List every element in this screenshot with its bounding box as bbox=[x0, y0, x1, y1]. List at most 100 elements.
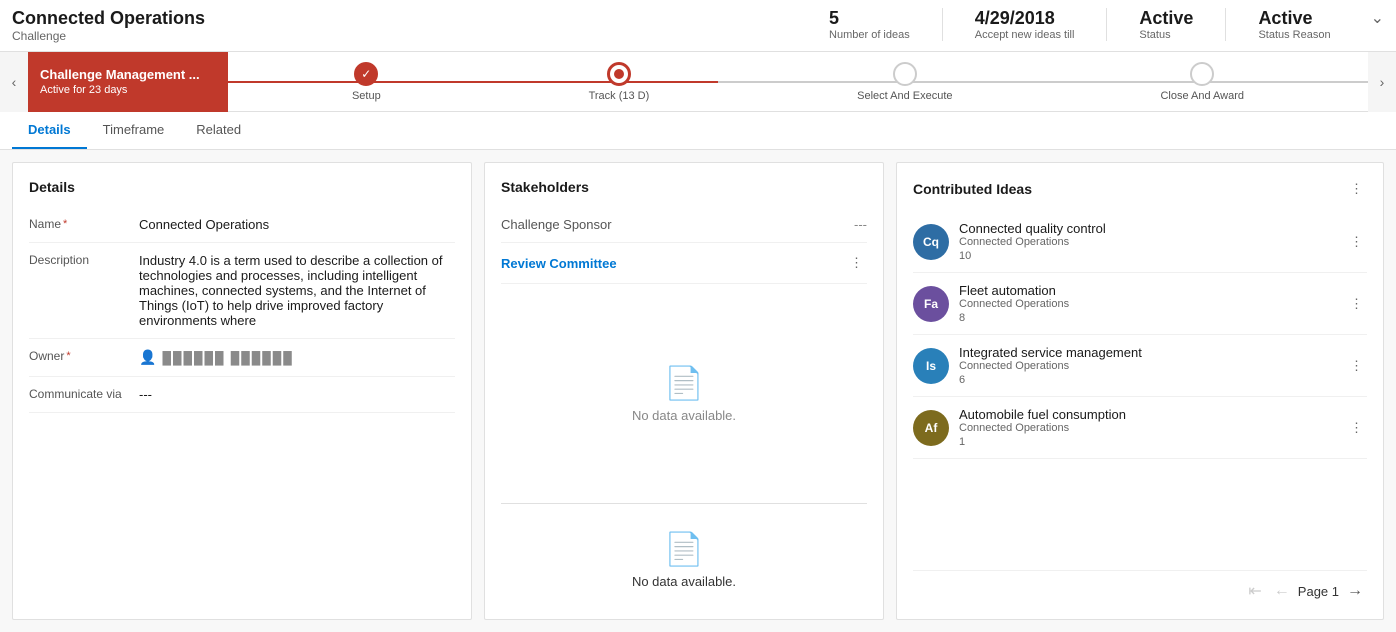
idea-sub-2: Connected Operations bbox=[959, 360, 1336, 372]
field-name-label: Name * bbox=[29, 217, 139, 231]
date-label: Accept new ideas till bbox=[975, 29, 1075, 41]
idea-menu-3[interactable]: ⋮ bbox=[1346, 418, 1367, 438]
review-committee-menu[interactable]: ⋮ bbox=[846, 253, 867, 273]
status-value: Active bbox=[1139, 8, 1193, 29]
tab-timeframe[interactable]: Timeframe bbox=[87, 112, 181, 149]
step-setup[interactable]: ✓ Setup bbox=[352, 62, 381, 102]
idea-sub-1: Connected Operations bbox=[959, 298, 1336, 310]
owner-blurred-text: ██████ ██████ bbox=[162, 351, 293, 365]
field-owner-value: 👤 ██████ ██████ bbox=[139, 349, 455, 366]
step-select[interactable]: Select And Execute bbox=[857, 62, 952, 102]
idea-avatar-3: Af bbox=[913, 410, 949, 446]
step-label-setup: Setup bbox=[352, 90, 381, 102]
idea-title-2: Integrated service management bbox=[959, 345, 1336, 360]
main-content: Details Name * Connected Operations Desc… bbox=[0, 150, 1396, 632]
ideas-menu[interactable]: ⋮ bbox=[1346, 179, 1367, 199]
ideas-card-title: Contributed Ideas bbox=[913, 181, 1346, 197]
required-asterisk-name: * bbox=[63, 218, 67, 230]
header-chevron[interactable]: ⌄ bbox=[1363, 8, 1384, 28]
page-header: Connected Operations Challenge 5 Number … bbox=[0, 0, 1396, 52]
idea-count-1: 8 bbox=[959, 312, 1336, 324]
idea-info-2: Integrated service management Connected … bbox=[959, 345, 1336, 386]
challenge-management-title: Challenge Management ... bbox=[40, 67, 216, 82]
idea-count-3: 1 bbox=[959, 436, 1336, 448]
review-committee-no-data: 📄 No data available. bbox=[501, 284, 867, 503]
field-owner-label: Owner * bbox=[29, 349, 139, 363]
ideas-pagination: ⇤ ← Page 1 → bbox=[913, 570, 1367, 603]
step-track[interactable]: Track (13 D) bbox=[589, 62, 650, 102]
idea-avatar-0: Cq bbox=[913, 224, 949, 260]
challenge-sponsor-value: --- bbox=[854, 217, 867, 232]
page-title: Connected Operations bbox=[12, 8, 829, 29]
status-reason-label: Status Reason bbox=[1258, 29, 1330, 41]
contributed-ideas-card: Contributed Ideas ⋮ Cq Connected quality… bbox=[896, 162, 1384, 620]
page-subtitle: Challenge bbox=[12, 29, 829, 43]
field-communicate-label: Communicate via bbox=[29, 387, 139, 401]
pagination-prev[interactable]: ← bbox=[1270, 580, 1294, 602]
field-description: Description Industry 4.0 is a term used … bbox=[29, 243, 455, 339]
field-communicate: Communicate via --- bbox=[29, 377, 455, 413]
owner-row: 👤 ██████ ██████ bbox=[139, 349, 455, 366]
no-data-icon-2: 📄 bbox=[664, 530, 704, 568]
idea-title-1: Fleet automation bbox=[959, 283, 1336, 298]
idea-avatar-2: Is bbox=[913, 348, 949, 384]
stakeholders-card: Stakeholders Challenge Sponsor --- Revie… bbox=[484, 162, 884, 620]
idea-info-0: Connected quality control Connected Oper… bbox=[959, 221, 1336, 262]
sponsor-no-data: 📄 No data available. bbox=[501, 503, 867, 603]
meta-status-reason: Active Status Reason bbox=[1258, 8, 1330, 41]
challenge-active-days: Active for 23 days bbox=[40, 84, 216, 96]
idea-avatar-1: Fa bbox=[913, 286, 949, 322]
idea-info-1: Fleet automation Connected Operations 8 bbox=[959, 283, 1336, 324]
meta-divider-2 bbox=[1106, 8, 1107, 41]
meta-divider-1 bbox=[942, 8, 943, 41]
idea-menu-2[interactable]: ⋮ bbox=[1346, 356, 1367, 376]
required-asterisk-owner: * bbox=[66, 350, 70, 362]
meta-status: Active Status bbox=[1139, 8, 1193, 41]
idea-menu-0[interactable]: ⋮ bbox=[1346, 232, 1367, 252]
field-description-label: Description bbox=[29, 253, 139, 267]
pagination-label: Page 1 bbox=[1298, 584, 1339, 599]
idea-title-3: Automobile fuel consumption bbox=[959, 407, 1336, 422]
tab-related[interactable]: Related bbox=[180, 112, 257, 149]
pagination-first[interactable]: ⇤ bbox=[1244, 579, 1265, 603]
idea-item-3: Af Automobile fuel consumption Connected… bbox=[913, 397, 1367, 459]
details-card-title: Details bbox=[29, 179, 455, 195]
idea-item-0: Cq Connected quality control Connected O… bbox=[913, 211, 1367, 273]
step-close[interactable]: Close And Award bbox=[1160, 62, 1244, 102]
idea-menu-1[interactable]: ⋮ bbox=[1346, 294, 1367, 314]
no-data-text-2: No data available. bbox=[632, 574, 736, 589]
stakeholders-card-title: Stakeholders bbox=[501, 179, 867, 195]
chevron-down-icon[interactable]: ⌄ bbox=[1371, 8, 1384, 28]
field-name: Name * Connected Operations bbox=[29, 207, 455, 243]
tab-bar: Details Timeframe Related bbox=[0, 112, 1396, 150]
field-name-value: Connected Operations bbox=[139, 217, 455, 232]
step-label-select: Select And Execute bbox=[857, 90, 952, 102]
process-sidebar: Challenge Management ... Active for 23 d… bbox=[28, 52, 228, 112]
review-committee-label: Review Committee bbox=[501, 256, 846, 271]
step-circle-track bbox=[607, 62, 631, 86]
status-reason-value: Active bbox=[1258, 8, 1330, 29]
process-nav-right[interactable]: › bbox=[1368, 52, 1396, 112]
idea-count-2: 6 bbox=[959, 374, 1336, 386]
step-label-close: Close And Award bbox=[1160, 90, 1244, 102]
pagination-next[interactable]: → bbox=[1343, 580, 1367, 602]
step-circle-setup: ✓ bbox=[354, 62, 378, 86]
details-card: Details Name * Connected Operations Desc… bbox=[12, 162, 472, 620]
tab-details[interactable]: Details bbox=[12, 112, 87, 149]
no-data-text-1: No data available. bbox=[632, 408, 736, 423]
process-nav-left[interactable]: ‹ bbox=[0, 52, 28, 112]
idea-count-0: 10 bbox=[959, 250, 1336, 262]
idea-sub-0: Connected Operations bbox=[959, 236, 1336, 248]
step-label-track: Track (13 D) bbox=[589, 90, 650, 102]
ideas-list: Cq Connected quality control Connected O… bbox=[913, 211, 1367, 570]
header-meta: 5 Number of ideas 4/29/2018 Accept new i… bbox=[829, 8, 1384, 41]
meta-date: 4/29/2018 Accept new ideas till bbox=[975, 8, 1075, 41]
challenge-sponsor-label: Challenge Sponsor bbox=[501, 217, 854, 232]
no-data-icon-1: 📄 bbox=[664, 364, 704, 402]
challenge-sponsor-row: Challenge Sponsor --- bbox=[501, 207, 867, 243]
field-description-value: Industry 4.0 is a term used to describe … bbox=[139, 253, 455, 328]
step-circle-select bbox=[893, 62, 917, 86]
status-label: Status bbox=[1139, 29, 1193, 41]
date-value: 4/29/2018 bbox=[975, 8, 1075, 29]
meta-ideas: 5 Number of ideas bbox=[829, 8, 910, 41]
